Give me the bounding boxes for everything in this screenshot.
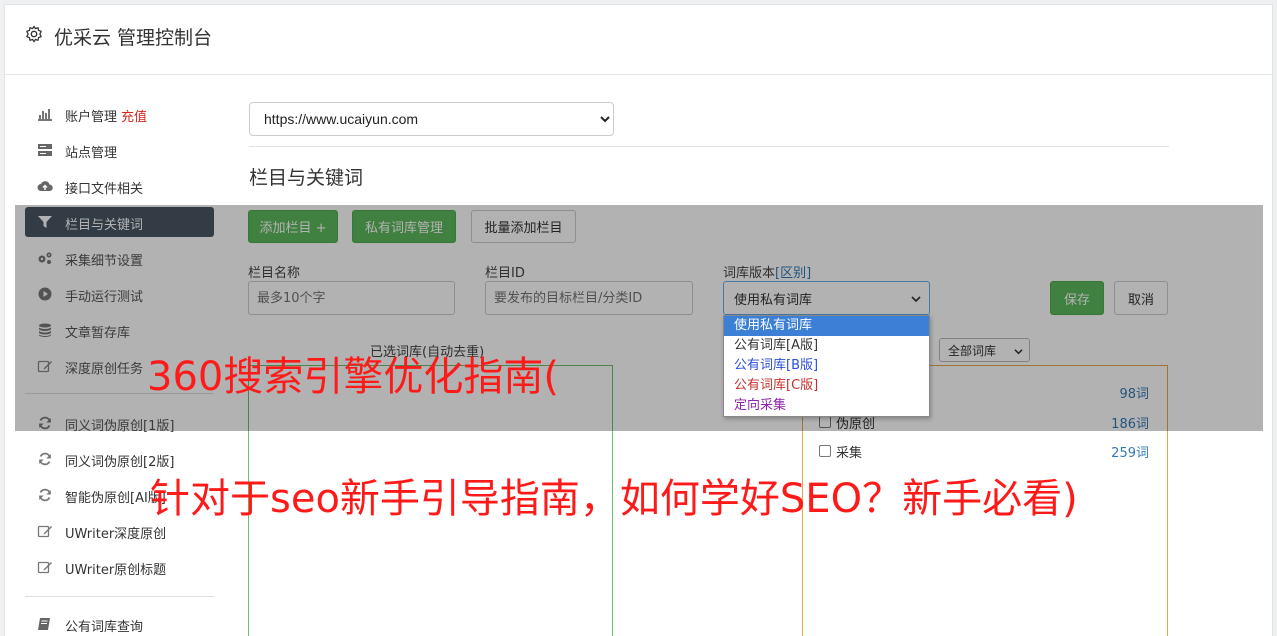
sidebar-item-label: 接口文件相关: [65, 182, 144, 197]
lib-option[interactable]: 使用私有词库: [724, 316, 929, 336]
bar-chart-icon: [38, 109, 52, 121]
refresh-icon: [39, 488, 51, 502]
section-title: 栏目与关键词: [249, 167, 364, 189]
gear-icon: [26, 25, 42, 43]
sidebar-divider: [25, 596, 214, 597]
lib-option[interactable]: 公有词库[B版]: [724, 356, 929, 376]
sidebar-item-uwriter-title[interactable]: UWriter原创标题: [25, 552, 214, 582]
lib-option[interactable]: 公有词库[C版]: [724, 376, 929, 396]
watermark-line-1: 360搜索引擎优化指南(: [147, 354, 559, 400]
sidebar-item-label: UWriter原创标题: [65, 563, 167, 578]
edit-icon: [37, 561, 52, 574]
sidebar-item-interface[interactable]: 接口文件相关: [25, 171, 214, 201]
library-checkbox[interactable]: [819, 445, 831, 457]
lib-version-dropdown[interactable]: 使用私有词库 公有词库[A版] 公有词库[B版] 公有词库[C版] 定向采集: [723, 315, 930, 417]
sidebar-item-label: 账户管理: [65, 110, 118, 125]
watermark-line-2: 针对于seo新手引导指南，如何学好SEO？新手必看): [150, 476, 1078, 522]
sidebar-item-label: 站点管理: [65, 146, 118, 161]
separator: [249, 146, 1169, 147]
sidebar-item-label: UWriter深度原创: [65, 527, 167, 542]
site-select[interactable]: https://www.ucaiyun.com: [249, 102, 614, 136]
page-title: 优采云 管理控制台: [54, 27, 213, 49]
word-count: 259词: [1111, 446, 1149, 461]
library-row[interactable]: 采集 259词: [819, 442, 1149, 462]
refresh-icon: [39, 452, 51, 466]
cloud-upload-icon: [37, 181, 53, 191]
lib-option[interactable]: 公有词库[A版]: [724, 336, 929, 356]
book-icon: [38, 618, 50, 630]
server-icon: [38, 144, 52, 156]
sidebar-item-public-lib-query[interactable]: 公有词库查询: [25, 609, 214, 636]
recharge-link[interactable]: 充值: [121, 110, 147, 125]
sidebar-item-account[interactable]: 账户管理 充值: [25, 99, 214, 129]
edit-icon: [37, 525, 52, 538]
header: 优采云 管理控制台: [5, 5, 1272, 75]
sidebar-item-sites[interactable]: 站点管理: [25, 135, 214, 165]
lib-option[interactable]: 定向采集: [724, 396, 929, 416]
sidebar-item-label: 公有词库查询: [65, 620, 144, 635]
